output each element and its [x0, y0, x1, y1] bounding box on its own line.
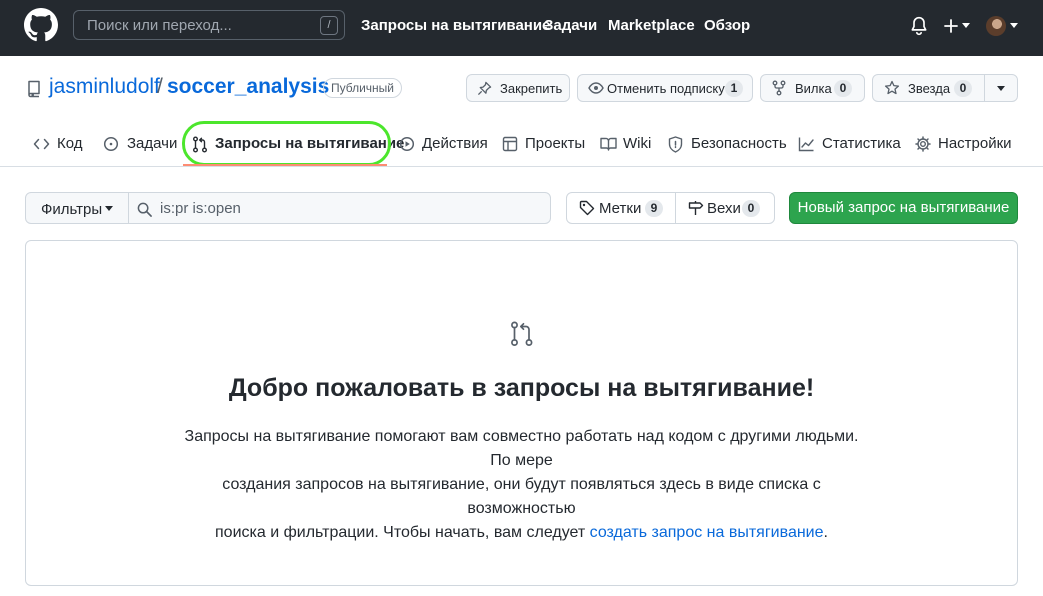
search-shortcut-key: / [320, 16, 338, 35]
tab-projects[interactable]: Проекты [502, 134, 586, 156]
empty-state-panel: Добро пожаловать в запросы на вытягивани… [25, 240, 1018, 586]
tab-label: Действия [422, 135, 488, 152]
pin-label: Закрепить [500, 81, 563, 96]
star-button[interactable]: Звезда 0 [872, 74, 1018, 102]
tab-wiki[interactable]: Wiki [600, 134, 652, 156]
topnav-issues[interactable]: Задачи [544, 17, 597, 34]
book-icon [600, 137, 617, 151]
tab-code[interactable]: Код [33, 134, 93, 156]
code-icon [33, 138, 50, 150]
visibility-badge: Публичный [323, 78, 403, 98]
tab-label: Задачи [127, 135, 178, 152]
milestones-count: 0 [742, 200, 760, 217]
plus-icon[interactable] [943, 18, 959, 34]
topnav-pull-requests[interactable]: Запросы на вытягивание [361, 17, 550, 34]
filters-label: Фильтры [41, 201, 103, 218]
repo-owner-link[interactable]: jasminludolf [49, 75, 160, 99]
description-period: . [823, 524, 828, 541]
play-icon [399, 136, 415, 152]
graph-icon [798, 137, 814, 152]
topnav-explore[interactable]: Обзор [704, 17, 750, 34]
tab-security[interactable]: Безопасность [668, 134, 787, 156]
milestone-icon [688, 201, 704, 215]
labels-label: Метки [599, 200, 642, 217]
star-icon [884, 80, 900, 95]
star-divider [984, 75, 985, 101]
tab-actions[interactable]: Действия [399, 134, 488, 156]
search-icon [137, 202, 152, 217]
global-search-input[interactable]: Поиск или переход... / [73, 10, 345, 40]
milestones-button[interactable]: Вехи 0 [676, 193, 774, 223]
fork-icon [772, 80, 786, 96]
tab-label: Настройки [938, 135, 1012, 152]
create-pull-request-link[interactable]: создать запрос на вытягивание [590, 524, 824, 541]
star-label: Звезда [908, 81, 951, 96]
tab-label: Статистика [822, 135, 901, 152]
tab-label: Безопасность [691, 135, 787, 152]
labels-count: 9 [645, 200, 663, 217]
description-line-1: Запросы на вытягивание помогают вам совм… [184, 428, 859, 469]
tab-label: Проекты [525, 135, 586, 152]
description-line-2: создания запросов на вытягивание, они бу… [222, 476, 821, 517]
tabs-border [0, 166, 1043, 167]
repo-name-link[interactable]: soccer_analysis [167, 75, 329, 99]
tab-highlight-annotation [182, 121, 391, 166]
pull-request-icon [511, 321, 533, 346]
tab-settings[interactable]: Настройки [915, 134, 1012, 156]
watch-count: 1 [725, 80, 743, 97]
profile-caret-icon[interactable] [1010, 23, 1018, 28]
shield-icon [668, 136, 683, 153]
milestones-label: Вехи [707, 200, 741, 217]
filter-search-input[interactable]: is:pr is:open [128, 192, 551, 224]
new-pull-request-button[interactable]: Новый запрос на вытягивание [789, 192, 1018, 224]
github-logo-icon[interactable] [24, 8, 58, 42]
description-line-3: поиска и фильтрации. Чтобы начать, вам с… [215, 524, 590, 541]
issue-icon [103, 136, 119, 152]
repo-icon [28, 80, 40, 98]
filter-query-value: is:pr is:open [160, 200, 241, 217]
eye-icon [588, 82, 604, 94]
fork-label: Вилка [795, 81, 832, 96]
pin-icon [477, 81, 492, 96]
star-list-caret-icon[interactable] [997, 86, 1005, 91]
tab-label: Код [57, 135, 83, 152]
tab-label: Wiki [623, 135, 652, 152]
user-avatar[interactable] [986, 16, 1006, 36]
repo-path-separator: / [157, 75, 163, 98]
filters-button[interactable]: Фильтры [25, 192, 129, 224]
filters-caret-icon [105, 206, 113, 211]
top-header: Поиск или переход... / Запросы на вытяги… [0, 0, 1043, 56]
labels-milestones-group: Метки 9 Вехи 0 [566, 192, 775, 224]
tag-icon [579, 200, 595, 216]
bell-icon[interactable] [910, 16, 928, 36]
fork-count: 0 [834, 80, 852, 97]
empty-state-description: Запросы на вытягивание помогают вам совм… [176, 425, 867, 545]
create-caret-icon[interactable] [962, 23, 970, 28]
unwatch-button[interactable]: Отменить подписку 1 [577, 74, 753, 102]
empty-state-title: Добро пожаловать в запросы на вытягивани… [228, 374, 815, 402]
table-icon [502, 136, 518, 152]
tab-issues[interactable]: Задачи [103, 134, 178, 156]
search-placeholder: Поиск или переход... [87, 17, 232, 34]
topnav-marketplace[interactable]: Marketplace [608, 17, 695, 34]
labels-button[interactable]: Метки 9 [567, 193, 675, 223]
unwatch-label: Отменить подписку [607, 81, 725, 96]
pin-button[interactable]: Закрепить [466, 74, 570, 102]
tab-insights[interactable]: Статистика [798, 134, 901, 156]
star-count: 0 [954, 80, 972, 97]
fork-button[interactable]: Вилка 0 [760, 74, 865, 102]
gear-icon [915, 136, 931, 152]
